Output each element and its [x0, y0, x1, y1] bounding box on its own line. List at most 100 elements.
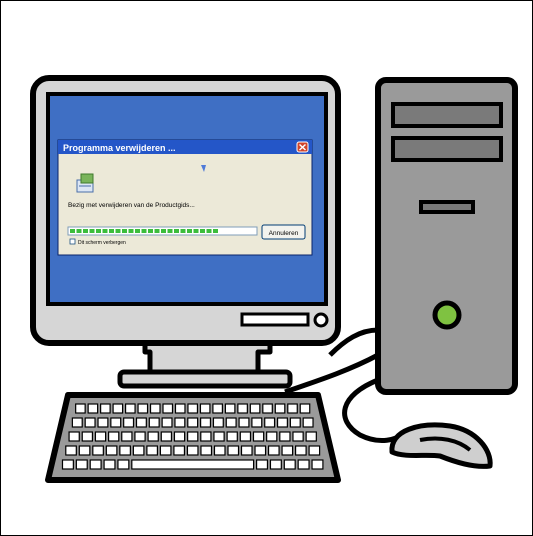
keyboard-key — [112, 403, 124, 414]
keyboard-key — [94, 431, 107, 442]
dialog-message: Bezig met verwijderen van de Productgids… — [68, 202, 195, 209]
keyboard-key — [89, 459, 102, 470]
progress-block — [135, 229, 140, 233]
keyboard-key — [121, 431, 133, 442]
progress-block — [70, 229, 75, 233]
keyboard-key — [213, 445, 226, 456]
progress-block — [109, 229, 114, 233]
keyboard-key — [249, 403, 261, 414]
computer-illustration: Programma verwijderen ... Bezig met verw… — [30, 75, 518, 483]
keyboard-key — [311, 459, 324, 470]
keyboard-key — [124, 403, 136, 414]
progress-block — [128, 229, 134, 233]
keyboard-key — [305, 431, 317, 442]
keyboard-key — [276, 417, 288, 428]
keyboard-key — [226, 431, 238, 442]
monitor-power-button — [313, 312, 329, 328]
keyboard-key — [123, 417, 135, 428]
keyboard-key — [87, 403, 99, 414]
keyboard-key — [289, 417, 301, 428]
keyboard-key — [187, 417, 199, 428]
keyboard-key — [173, 431, 186, 442]
keyboard-key — [75, 459, 88, 470]
keyboard-key — [213, 431, 225, 442]
keyboard-key — [302, 417, 314, 428]
uninstall-dialog: Programma verwijderen ... Bezig met verw… — [57, 139, 313, 256]
keyboard-key — [200, 445, 213, 456]
keyboard-key — [78, 445, 91, 456]
keyboard-key — [100, 403, 111, 414]
keyboard-key — [255, 459, 269, 470]
keyboard-key — [187, 403, 199, 414]
keyboard-key — [148, 417, 160, 428]
keyboard-key — [237, 403, 248, 414]
keyboard-key — [294, 445, 307, 456]
keyboard-key — [212, 417, 224, 428]
keyboard-key — [199, 403, 211, 414]
keyboard-key — [161, 417, 173, 428]
keyboard-key — [254, 445, 267, 456]
keyboard-key — [239, 431, 252, 442]
keyboard-key — [281, 445, 294, 456]
keyboard-key — [264, 417, 276, 428]
keyboard-key — [251, 417, 263, 428]
keyboard-key — [292, 431, 304, 442]
keyboard-key — [137, 403, 149, 414]
power-led — [432, 300, 462, 330]
keyboard-key — [107, 431, 120, 442]
progress-fill — [70, 229, 218, 233]
keyboard-key — [146, 445, 159, 456]
keyboard-key — [297, 459, 310, 470]
keyboard-key — [269, 459, 282, 470]
keyboard-key — [84, 417, 96, 428]
progress-block — [122, 229, 127, 233]
keyboard-key — [119, 445, 131, 456]
progress-block — [89, 229, 95, 233]
keyboard-spacebar — [131, 459, 255, 470]
progress-block — [206, 229, 212, 233]
keyboard-key — [186, 445, 199, 456]
mouse — [389, 422, 493, 469]
progress-block — [213, 229, 218, 233]
keyboard-key — [75, 403, 86, 414]
keyboard-key — [267, 445, 280, 456]
hide-checkbox[interactable] — [69, 238, 76, 245]
keyboard-key — [97, 417, 109, 428]
keyboard-key — [200, 431, 212, 442]
keyboard-key — [173, 445, 186, 456]
keyboard-key — [71, 417, 83, 428]
keyboard-key — [61, 459, 74, 470]
keyboard-key — [105, 445, 118, 456]
keyboard-key — [134, 431, 146, 442]
monitor-base — [117, 369, 293, 389]
progress-block — [154, 229, 160, 233]
progress-block — [187, 229, 192, 233]
keyboard-key — [266, 431, 278, 442]
progress-block — [83, 229, 88, 233]
keyboard-key — [149, 403, 161, 414]
progress-block — [115, 229, 121, 233]
progress-block — [96, 229, 101, 233]
keyboard-key — [274, 403, 286, 414]
keyboard-key — [103, 459, 116, 470]
drive-bay-2 — [391, 136, 503, 162]
keyboard-key — [279, 431, 291, 442]
progress-block — [148, 229, 153, 233]
keyboard-key — [287, 403, 298, 414]
keyboard-key — [299, 403, 311, 414]
keyboard-key — [110, 417, 122, 428]
keyboard-key — [240, 445, 253, 456]
keyboard-key — [132, 445, 145, 456]
keyboard-key — [308, 445, 321, 456]
progress-block — [167, 229, 173, 233]
keyboard-key — [200, 417, 212, 428]
progress-block — [102, 229, 108, 233]
keyboard-key — [262, 403, 273, 414]
keyboard-key — [162, 403, 174, 414]
dialog-title: Programma verwijderen ... — [63, 143, 176, 153]
checkbox-label: Dit scherm verbergen — [78, 240, 126, 246]
keyboard-key — [117, 459, 130, 470]
progress-block — [174, 229, 179, 233]
progress-block — [180, 229, 186, 233]
keyboard-key — [92, 445, 104, 456]
